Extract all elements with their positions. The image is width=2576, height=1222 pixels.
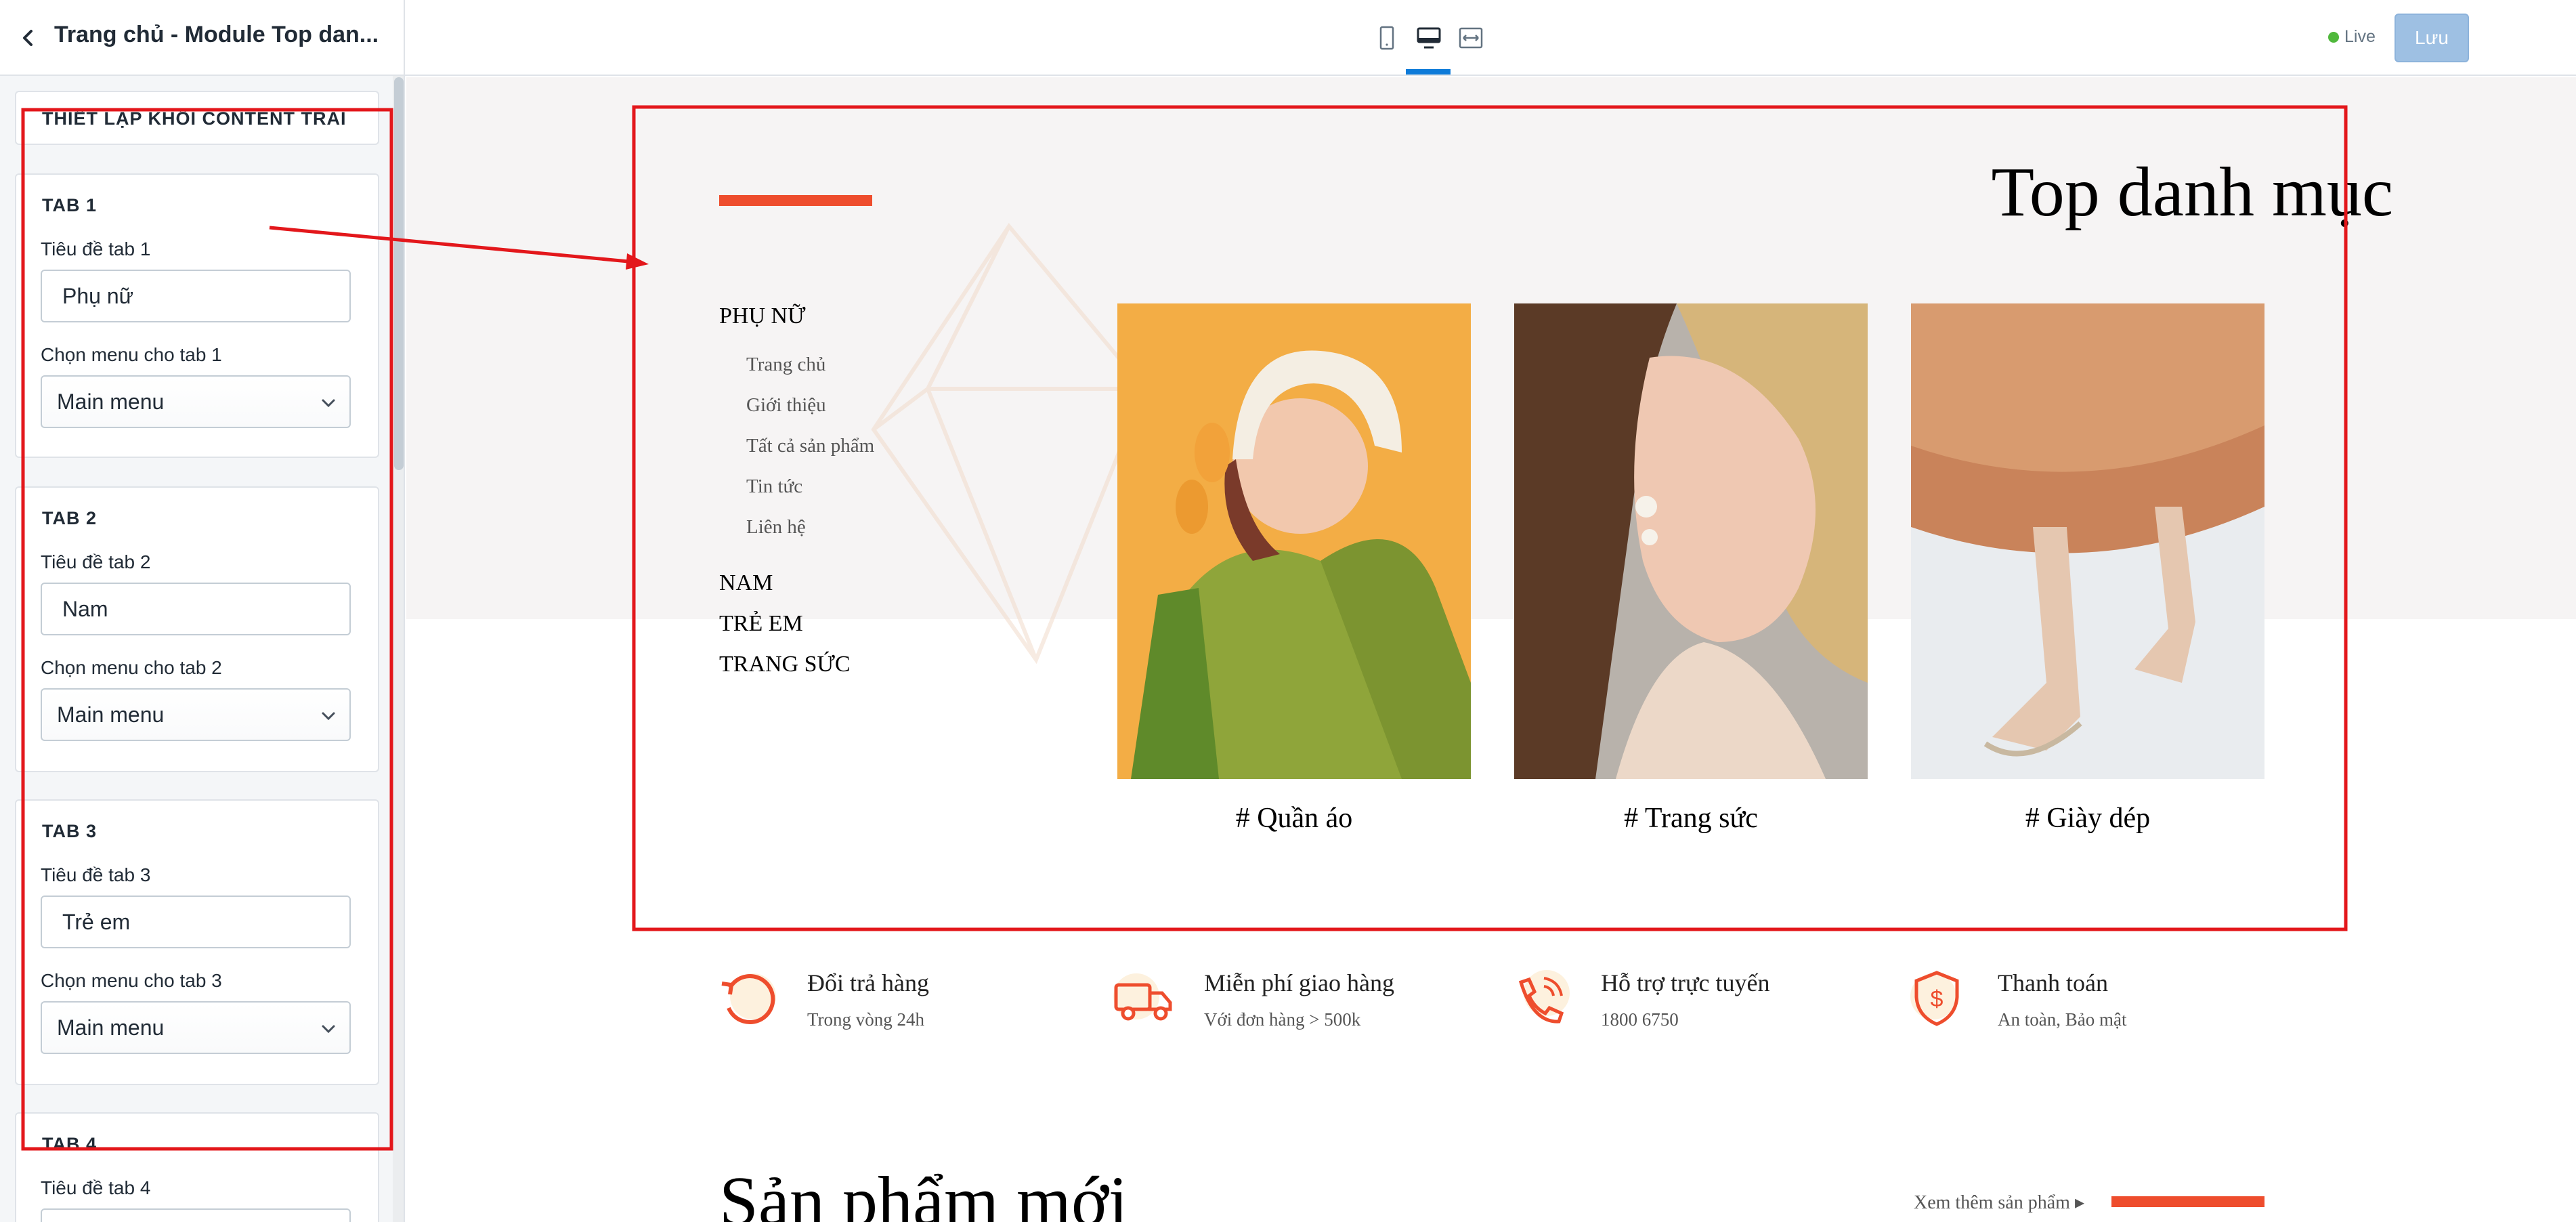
live-status-label: Live (2344, 27, 2376, 46)
see-more-label: Xem thêm sản phẩm (1914, 1192, 2070, 1213)
feature-title: Miễn phí giao hàng (1204, 969, 1394, 996)
fullwidth-icon[interactable] (1456, 23, 1486, 53)
feature-title: Thanh toán (1998, 969, 2108, 996)
submenu-item[interactable]: Liên hệ (746, 516, 806, 539)
category-women[interactable]: PHỤ NỮ (719, 303, 805, 329)
desktop-icon[interactable] (1414, 23, 1444, 53)
return-icon (721, 973, 776, 1024)
tab-3-menu-select[interactable]: Main menu (41, 1001, 351, 1054)
feature-subtitle: 1800 6750 (1601, 1009, 1679, 1030)
chevron-down-icon (322, 712, 335, 721)
tab-4-title-input[interactable] (41, 1208, 351, 1222)
clothing-tag[interactable]: # Quần áo (1117, 802, 1471, 835)
new-products-accent-bar (2111, 1196, 2264, 1207)
submenu-item[interactable]: Tin tức (746, 476, 802, 498)
tab-3-heading: TAB 3 (42, 821, 98, 841)
phone-support-icon (1518, 970, 1570, 1024)
submenu-item[interactable]: Trang chủ (746, 354, 825, 376)
tab-3-title-input[interactable]: Trẻ em (41, 896, 351, 948)
feature-subtitle: Trong vòng 24h (807, 1009, 925, 1030)
tab-3-menu-label: Chọn menu cho tab 3 (41, 970, 222, 991)
save-button[interactable]: Lưu (2395, 14, 2469, 62)
page-preview: Top danh mục PHỤ NỮ Trang chủ Giới thiệu… (406, 77, 2576, 1222)
editor-toolbar: Live Lưu (405, 0, 2576, 76)
shoes-tag[interactable]: # Giày dép (1911, 802, 2264, 835)
tab-3-title-label: Tiêu đề tab 3 (41, 864, 151, 885)
sidebar-header: Trang chủ - Module Top dan... (0, 0, 404, 76)
feature-title: Đổi trả hàng (807, 969, 929, 996)
submenu-item[interactable]: Giới thiệu (746, 394, 826, 417)
feature-subtitle: An toàn, Bảo mật (1998, 1009, 2127, 1030)
category-jewelry[interactable]: TRANG SỨC (719, 652, 851, 677)
tab-2-menu-label: Chọn menu cho tab 2 (41, 657, 222, 678)
tab-1-title-label: Tiêu đề tab 1 (41, 238, 151, 259)
jewelry-photo[interactable] (1514, 303, 1868, 779)
section-title: Top danh mục (1991, 153, 2393, 231)
live-status-dot (2328, 32, 2339, 43)
new-products-title: Sản phẩm mới (719, 1162, 1128, 1222)
tab-4-card: TAB 4 (15, 1112, 379, 1222)
shield-dollar-icon: $ (1910, 971, 1959, 1026)
tab-2-menu-value: Main menu (57, 702, 165, 727)
section-header-card[interactable]: THIẾT LẬP KHỐI CONTENT TRÁI (15, 91, 379, 145)
feature-title: Hỗ trợ trực tuyến (1601, 969, 1770, 996)
tab-4-heading: TAB 4 (42, 1134, 98, 1154)
tab-4-title-label: Tiêu đề tab 4 (41, 1177, 151, 1198)
tab-2-menu-select[interactable]: Main menu (41, 688, 351, 741)
mobile-icon[interactable] (1372, 23, 1402, 53)
tab-1-heading: TAB 1 (42, 195, 98, 215)
jewelry-tag[interactable]: # Trang sức (1514, 802, 1868, 835)
shoes-photo[interactable] (1911, 303, 2264, 779)
section-header-label: THIẾT LẬP KHỐI CONTENT TRÁI (42, 108, 347, 129)
settings-sidebar: Trang chủ - Module Top dan... THIẾT LẬP … (0, 0, 405, 1222)
tab-2-title-label: Tiêu đề tab 2 (41, 551, 151, 572)
see-more-products-link[interactable]: Xem thêm sản phẩm ▸ (1914, 1191, 2084, 1214)
tab-1-menu-label: Chọn menu cho tab 1 (41, 344, 222, 365)
tab-2-heading: TAB 2 (42, 508, 98, 528)
section-accent-bar (719, 195, 872, 206)
sidebar-scroll-thumb[interactable] (394, 77, 404, 470)
tab-3-menu-value: Main menu (57, 1015, 165, 1040)
feature-subtitle: Với đơn hàng > 500k (1204, 1009, 1361, 1030)
chevron-down-icon (322, 1025, 335, 1034)
category-kids[interactable]: TRẺ EM (719, 611, 803, 637)
active-device-indicator (1406, 69, 1451, 75)
back-arrow-icon[interactable] (15, 24, 42, 51)
caret-right-icon: ▸ (2074, 1192, 2085, 1213)
tab-1-menu-select[interactable]: Main menu (41, 375, 351, 428)
tab-1-menu-value: Main menu (57, 389, 165, 414)
truck-icon (1113, 973, 1172, 1021)
clothing-photo[interactable] (1117, 303, 1471, 779)
chevron-down-icon (322, 399, 335, 408)
category-men[interactable]: NAM (719, 570, 773, 596)
submenu-item[interactable]: Tất cả sản phẩm (746, 435, 874, 457)
tab-1-title-input[interactable]: Phụ nữ (41, 270, 351, 322)
sidebar-title: Trang chủ - Module Top dan... (54, 22, 379, 47)
tab-2-title-input[interactable]: Nam (41, 583, 351, 635)
svg-text:$: $ (1931, 986, 1944, 1012)
